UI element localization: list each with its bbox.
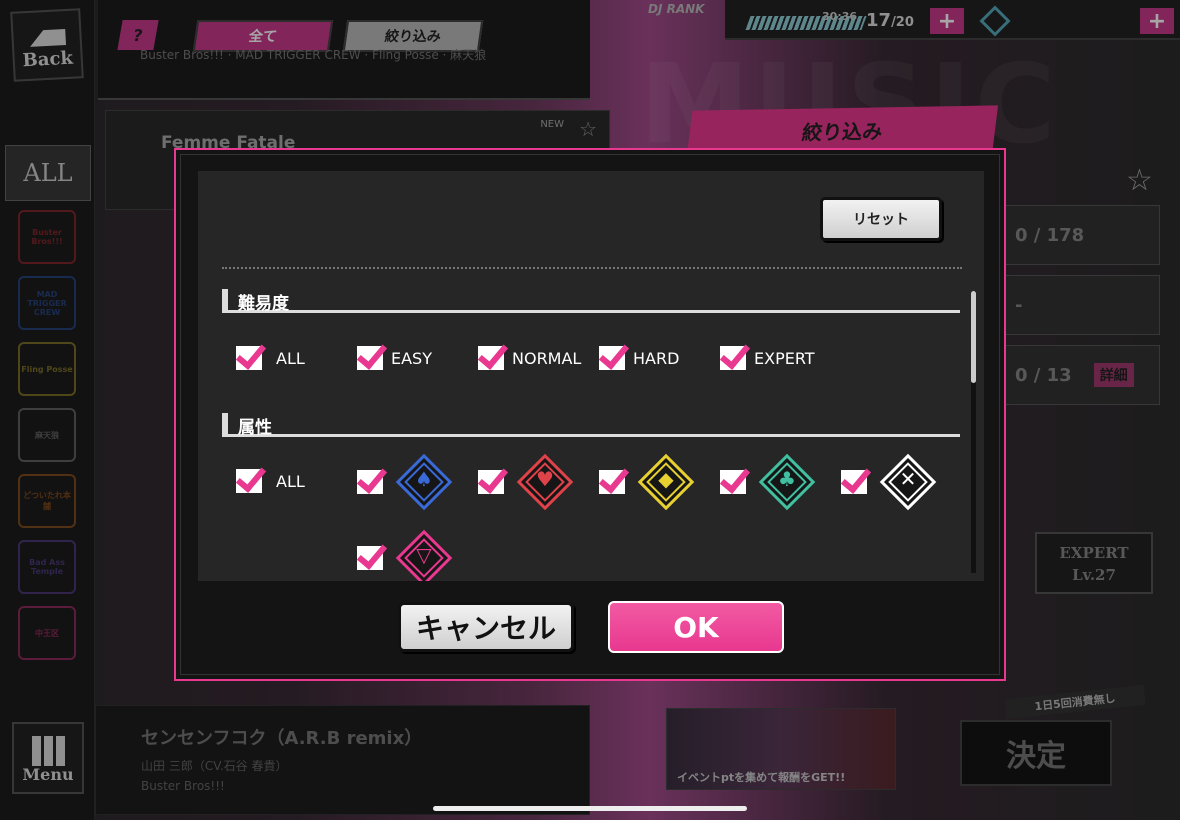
checkbox-checked[interactable] <box>478 470 504 494</box>
attribute-option-microphone[interactable]: ✕ <box>841 453 939 511</box>
spade-icon: ♠ <box>393 453 455 511</box>
difficulty-label: ALL <box>276 348 305 368</box>
attribute-symbol: ♠ <box>415 467 433 491</box>
attribute-symbol: ▽ <box>416 543 432 567</box>
difficulty-option-normal[interactable]: NORMAL <box>478 346 581 370</box>
checkbox-checked[interactable] <box>720 470 746 494</box>
difficulty-label: EASY <box>391 348 432 368</box>
checkbox-checked[interactable] <box>720 346 746 370</box>
checkbox-checked[interactable] <box>357 546 383 570</box>
cancel-button[interactable]: キャンセル <box>398 602 574 652</box>
filter-modal: リセット 難易度 ALL EASY NORMAL HARD EXPERT 属性 ALL … <box>174 148 1006 681</box>
club-icon: ♣ <box>756 453 818 511</box>
difficulty-label: EXPERT <box>754 348 815 368</box>
attribute-option-club[interactable]: ♣ <box>720 453 818 511</box>
attribute-section-title: 属性 <box>222 413 960 438</box>
attribute-option-all[interactable]: ALL <box>236 469 305 493</box>
checkbox-checked[interactable] <box>236 346 262 370</box>
scroll-thumb[interactable] <box>971 291 976 383</box>
attribute-all-label: ALL <box>276 471 305 491</box>
attribute-symbol: ✕ <box>899 467 917 491</box>
home-indicator <box>433 806 747 811</box>
difficulty-option-easy[interactable]: EASY <box>357 346 432 370</box>
checkbox-checked[interactable] <box>357 346 383 370</box>
difficulty-option-all[interactable]: ALL <box>236 346 305 370</box>
reset-button[interactable]: リセット <box>820 197 942 241</box>
difficulty-section-title: 難易度 <box>222 289 960 314</box>
scrollbar[interactable] <box>971 291 976 573</box>
checkbox-checked[interactable] <box>236 469 262 493</box>
difficulty-label: NORMAL <box>512 348 582 368</box>
music-select-screen: MUSIC Back ALL Buster Bros!!! MAD TRIGGER… <box>0 0 1180 820</box>
chuoku-icon: ▽ <box>393 529 455 581</box>
diamond-icon: ◆ <box>635 453 697 511</box>
attribute-option-diamond[interactable]: ◆ <box>599 453 697 511</box>
attribute-option-heart[interactable]: ♥ <box>478 453 576 511</box>
checkbox-checked[interactable] <box>841 470 867 494</box>
attribute-symbol: ♥ <box>536 467 554 491</box>
attribute-option-spade[interactable]: ♠ <box>357 453 455 511</box>
attribute-symbol: ◆ <box>658 467 674 491</box>
checkbox-checked[interactable] <box>599 470 625 494</box>
attribute-option-chuoku[interactable]: ▽ <box>357 529 455 581</box>
divider <box>222 267 962 269</box>
checkbox-checked[interactable] <box>599 346 625 370</box>
difficulty-label: HARD <box>633 348 680 368</box>
microphone-icon: ✕ <box>877 453 939 511</box>
filter-panel: リセット 難易度 ALL EASY NORMAL HARD EXPERT 属性 ALL … <box>198 171 984 581</box>
checkbox-checked[interactable] <box>478 346 504 370</box>
ok-button[interactable]: OK <box>608 601 784 653</box>
difficulty-option-expert[interactable]: EXPERT <box>720 346 815 370</box>
checkbox-checked[interactable] <box>357 470 383 494</box>
heart-icon: ♥ <box>514 453 576 511</box>
attribute-symbol: ♣ <box>778 467 796 491</box>
difficulty-option-hard[interactable]: HARD <box>599 346 679 370</box>
